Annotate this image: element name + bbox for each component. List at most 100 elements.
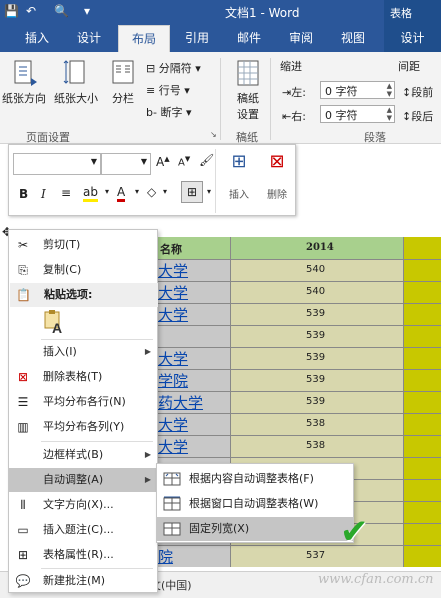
chevron-down-icon[interactable]: ▾ [207,187,211,196]
table-insert-icon: ⊞ [231,151,247,172]
table-cell-value[interactable]: 539 [306,308,325,319]
menu-item-distribute-cols[interactable]: ▥ 平均分布各列(Y) [9,415,157,439]
menu-item-insert-caption[interactable]: ▭ 插入题注(C)... [9,518,157,542]
format-painter-icon[interactable]: 🖌 [199,153,214,167]
tab-layout[interactable]: 布局 [118,25,170,52]
tab-mailings[interactable]: 邮件 [226,25,272,52]
autofit-submenu: 根据内容自动调整表格(F) 根据窗口自动调整表格(W) 固定列宽(X) [156,463,354,543]
line-numbers-icon: ≡ [146,84,156,97]
table-cell-value[interactable]: 538 [306,418,325,429]
manuscript-settings-button[interactable]: 稿纸 设置 [228,58,268,122]
columns-button[interactable]: 分栏 [104,58,142,106]
tab-view[interactable]: 视图 [330,25,376,52]
spin-arrows-icon[interactable]: ▲ ▼ [387,82,392,98]
menu-item-insert[interactable]: 插入(I) ▶ [9,340,157,364]
menu-item-distribute-rows[interactable]: ☰ 平均分布各行(N) [9,390,157,414]
table-cell-value[interactable]: 540 [306,286,325,297]
indent-right-input[interactable]: 0 字符 ▲ ▼ [320,105,395,123]
borders-icon[interactable]: ⊞ [181,181,203,203]
chevron-down-icon[interactable]: ▾ [163,187,167,196]
page-setup-launcher-icon[interactable]: ↘ [210,130,217,139]
menu-item-text-direction[interactable]: ⫴ 文字方向(X)... [9,493,157,517]
manuscript-group-label: 稿纸 [236,131,258,144]
chevron-right-icon: ▶ [144,450,151,459]
table-cell-name[interactable]: 药大学 [158,392,203,413]
size-button[interactable]: 纸张大小 [50,58,102,106]
table-gridline [155,347,441,348]
tab-review[interactable]: 审阅 [278,25,324,52]
submenu-fixed-width[interactable]: 固定列宽(X) [157,517,353,541]
table-header-row [155,237,403,259]
table-gridline [155,325,441,326]
table-cell-name[interactable]: 大学 [158,304,188,325]
mini-toolbar: ▼ ▼ A▲ A▼ 🖌 B I ≡ ab ▾ A ▾ ◇ ▾ ⊞ ▾ ⊞ 插入 … [8,144,296,216]
menu-item-autofit[interactable]: 自动调整(A) ▶ [9,468,157,492]
menu-item-cut[interactable]: ✂ 剪切(T) [9,233,157,257]
line-numbers-button[interactable]: ≡ 行号 ▾ [146,82,216,98]
tab-design[interactable]: 设计 [66,25,112,52]
scissors-icon: ✂ [17,238,29,252]
submenu-autofit-window[interactable]: 根据窗口自动调整表格(W) [157,492,353,516]
shading-icon[interactable]: ◇ [147,185,156,199]
size-label: 纸张大小 [54,92,98,105]
align-center-icon[interactable]: ≡ [61,186,71,200]
grow-font-icon[interactable]: A▲ [156,155,170,169]
table-cell-name[interactable]: 大学 [158,260,188,281]
hyphenation-button[interactable]: b- 断字 ▾ [146,104,216,120]
chevron-down-icon[interactable]: ▾ [105,187,109,196]
chevron-down-icon[interactable]: ▼ [91,157,97,166]
print-preview-icon[interactable]: 🔍 [54,4,69,18]
bold-button[interactable]: B [19,187,28,201]
indent-left-icon: ⇥ [282,86,292,99]
table-cell-value[interactable]: 539 [306,396,325,407]
submenu-autofit-contents[interactable]: 根据内容自动调整表格(F) [157,467,353,491]
spacing-after-label[interactable]: ↕段后 [402,108,433,124]
undo-icon[interactable]: ↶ [26,4,36,18]
paste-keep-text-only-icon[interactable]: A [43,310,67,336]
menu-item-copy[interactable]: ⎘ 复制(C) [9,258,157,282]
font-color-icon[interactable]: A [117,185,126,202]
menu-item-delete-table[interactable]: ⊠ 删除表格(T) [9,365,157,389]
font-size-combo[interactable]: ▼ [101,153,151,175]
shrink-font-icon[interactable]: A▼ [178,155,190,168]
tab-insert[interactable]: 插入 [14,25,60,52]
chevron-down-icon[interactable]: ▾ [135,187,139,196]
indent-right-label: ⇤右: [282,110,306,123]
spin-arrows-icon[interactable]: ▲ ▼ [387,106,392,122]
table-cell-name[interactable]: 大学 [158,348,188,369]
save-icon[interactable]: 💾 [4,4,19,18]
indent-left-input[interactable]: 0 字符 ▲ ▼ [320,81,395,99]
table-cell-name[interactable]: 大学 [158,282,188,303]
menu-item-border-styles[interactable]: 边框样式(B) ▶ [9,443,157,467]
quick-access-dropdown-icon[interactable]: ▾ [84,4,90,18]
breaks-label: 分隔符 [158,62,192,75]
delete-button[interactable]: ⊠ 删除 [259,151,295,201]
chevron-down-icon[interactable]: ▼ [141,157,147,166]
table-cell-value[interactable]: 539 [306,374,325,385]
table-cell-name[interactable]: 大学 [158,414,188,435]
tab-table-design[interactable]: 设计 [384,25,441,52]
ribbon-layout-panel: 纸张方向 纸张大小 分栏 ⊟ 分隔符 ▾ ≡ 行号 ▾ b- 断字 ▾ 页面设置… [0,52,441,144]
tab-references[interactable]: 引用 [174,25,220,52]
spacing-label: 间距 [398,60,420,73]
table-cell-value[interactable]: 539 [306,352,325,363]
table-cell-value[interactable]: 538 [306,440,325,451]
italic-button[interactable]: I [41,187,46,201]
table-cell-name[interactable]: 大学 [158,436,188,457]
breaks-button[interactable]: ⊟ 分隔符 ▾ [146,60,216,76]
menu-item-table-properties[interactable]: ⊞ 表格属性(R)... [9,543,157,567]
highlight-icon[interactable]: ab [83,185,98,202]
fixed-width-icon [163,522,181,536]
table-cell-value[interactable]: 539 [306,330,325,341]
orientation-button[interactable]: 纸张方向 [0,58,48,106]
ribbon-separator [270,58,271,140]
font-name-combo[interactable]: ▼ [13,153,101,175]
table-gridline [155,457,441,458]
insert-button[interactable]: ⊞ 插入 [221,151,257,201]
menu-item-new-comment[interactable]: 💬 新建批注(M) [9,569,157,593]
table-cell-value[interactable]: 540 [306,264,325,275]
table-cell-name[interactable]: 学院 [158,370,188,391]
spacing-before-label[interactable]: ↕段前 [402,84,433,100]
table-cell-name[interactable]: 院 [158,546,173,567]
table-cell-value[interactable]: 537 [306,550,325,561]
